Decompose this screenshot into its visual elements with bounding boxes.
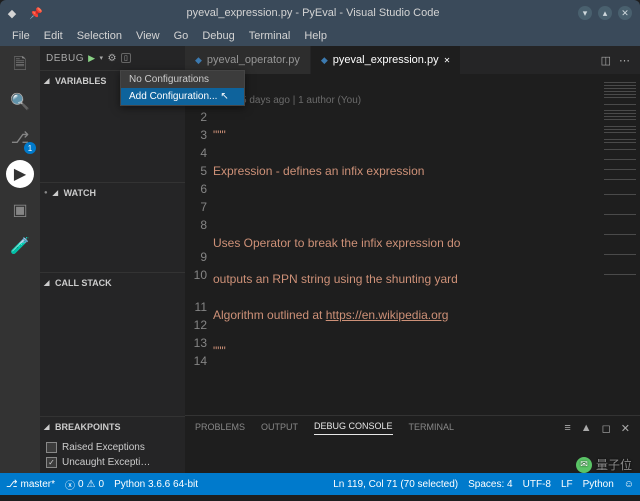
minimap[interactable] xyxy=(600,74,640,415)
git-branch-icon: ⎇ xyxy=(6,479,18,490)
split-editor-icon[interactable]: ◫ xyxy=(601,54,611,67)
debug-header: DEBUG ▶ ▾ ⚙ ▯ xyxy=(40,46,185,70)
menu-view[interactable]: View xyxy=(130,28,166,44)
test-icon[interactable]: 🧪 xyxy=(6,232,34,260)
status-eol[interactable]: LF xyxy=(561,479,573,490)
close-tab-icon[interactable]: ✕ xyxy=(444,56,451,65)
more-actions-icon[interactable]: ⋯ xyxy=(619,54,630,67)
app-icon: ◆ xyxy=(0,7,24,20)
pin-icon[interactable]: 📌 xyxy=(24,7,48,20)
editor-content[interactable]: 12345678 910 11121314 You, 15 days ago |… xyxy=(185,74,640,415)
menu-help[interactable]: Help xyxy=(298,28,333,44)
panel-output[interactable]: OUTPUT xyxy=(261,422,298,435)
panel-debug-console[interactable]: DEBUG CONSOLE xyxy=(314,421,393,435)
debug-config-gear-icon[interactable]: ⚙ xyxy=(108,53,117,64)
close-panel-icon[interactable]: ✕ xyxy=(621,422,630,435)
status-branch[interactable]: ⎇master* xyxy=(6,479,55,490)
status-errors[interactable]: ⓧ0⚠0 xyxy=(65,477,104,492)
status-spaces[interactable]: Spaces: 4 xyxy=(468,479,512,490)
close-button[interactable]: ✕ xyxy=(618,6,632,20)
maximize-button[interactable]: ▴ xyxy=(598,6,612,20)
debug-console-toggle-icon[interactable]: ▯ xyxy=(121,53,131,63)
editor-tabs: ◆pyeval_operator.py ◆pyeval_expression.p… xyxy=(185,46,640,74)
menu-selection[interactable]: Selection xyxy=(71,28,128,44)
uncaught-exceptions-checkbox[interactable]: ✓Uncaught Excepti… xyxy=(46,455,179,470)
callstack-section[interactable]: ◢CALL STACK xyxy=(40,272,185,408)
checkbox-unchecked-icon xyxy=(46,442,57,453)
chevron-down-icon: ◢ xyxy=(44,279,52,287)
breakpoints-section[interactable]: ◢BREAKPOINTS Raised Exceptions ✓Uncaught… xyxy=(40,416,185,473)
raised-exceptions-checkbox[interactable]: Raised Exceptions xyxy=(46,440,179,455)
watch-section[interactable]: ◢WATCH xyxy=(40,182,185,272)
extensions-icon[interactable]: ▣ xyxy=(6,196,34,224)
code-lens[interactable]: You, 26 days ago xyxy=(213,414,600,415)
maximize-panel-icon[interactable]: ◻ xyxy=(602,422,611,435)
wechat-icon: ✉ xyxy=(576,457,592,473)
checkbox-checked-icon: ✓ xyxy=(46,457,57,468)
watermark: ✉ 量子位 xyxy=(576,456,632,473)
config-dropdown: No Configurations Add Configuration...↖ xyxy=(120,70,245,106)
title-bar: ◆ 📌 pyeval_expression.py - PyEval - Visu… xyxy=(0,0,640,26)
menu-file[interactable]: File xyxy=(6,28,36,44)
cursor-icon: ↖ xyxy=(220,91,228,102)
python-file-icon: ◆ xyxy=(321,55,328,66)
panel-problems[interactable]: PROBLEMS xyxy=(195,422,245,435)
search-icon[interactable]: 🔍 xyxy=(6,88,34,116)
code-text[interactable]: You, 15 days ago | 1 author (You) """ Ex… xyxy=(213,74,600,415)
status-position[interactable]: Ln 119, Col 71 (70 selected) xyxy=(333,479,458,490)
add-configuration-item[interactable]: Add Configuration...↖ xyxy=(121,88,244,105)
minimize-button[interactable]: ▾ xyxy=(578,6,592,20)
chevron-down-icon: ◢ xyxy=(44,423,52,431)
debug-title: DEBUG xyxy=(46,53,84,64)
code-lens[interactable]: You, 15 days ago | 1 author (You) xyxy=(213,94,600,108)
status-encoding[interactable]: UTF-8 xyxy=(523,479,551,490)
debug-icon[interactable]: ▶ xyxy=(6,160,34,188)
menu-bar: File Edit Selection View Go Debug Termin… xyxy=(0,26,640,46)
bottom-panel: PROBLEMS OUTPUT DEBUG CONSOLE TERMINAL ≡… xyxy=(185,415,640,473)
panel-terminal[interactable]: TERMINAL xyxy=(409,422,455,435)
status-language[interactable]: Python xyxy=(583,479,614,490)
line-gutter: 12345678 910 11121314 xyxy=(185,74,213,415)
warning-icon: ⚠ xyxy=(87,479,96,490)
menu-terminal[interactable]: Terminal xyxy=(243,28,297,44)
status-feedback[interactable]: ☺ xyxy=(624,479,634,490)
window-title: pyeval_expression.py - PyEval - Visual S… xyxy=(48,7,578,19)
start-debug-icon[interactable]: ▶ xyxy=(88,53,95,64)
tab-pyeval-expression[interactable]: ◆pyeval_expression.py✕ xyxy=(311,46,461,74)
panel-up-icon[interactable]: ▲ xyxy=(581,422,592,435)
menu-go[interactable]: Go xyxy=(168,28,195,44)
explorer-icon[interactable]: 🗎 xyxy=(6,52,34,80)
clear-console-icon[interactable]: ≡ xyxy=(564,422,570,435)
activity-bar: 🗎 🔍 ⎇1 ▶ ▣ 🧪 xyxy=(0,46,40,473)
menu-debug[interactable]: Debug xyxy=(196,28,240,44)
editor-group: ◆pyeval_operator.py ◆pyeval_expression.p… xyxy=(185,46,640,473)
debug-sidebar: DEBUG ▶ ▾ ⚙ ▯ No Configurations Add Conf… xyxy=(40,46,185,473)
scm-icon[interactable]: ⎇1 xyxy=(6,124,34,152)
no-configurations-item[interactable]: No Configurations xyxy=(121,71,244,88)
scm-badge: 1 xyxy=(24,142,36,154)
status-python[interactable]: Python 3.6.6 64-bit xyxy=(114,479,198,490)
error-icon: ⓧ xyxy=(65,477,75,492)
chevron-down-icon: ◢ xyxy=(44,77,52,85)
menu-edit[interactable]: Edit xyxy=(38,28,69,44)
chevron-down-icon: ◢ xyxy=(53,189,61,197)
status-bar: ⎇master* ⓧ0⚠0 Python 3.6.6 64-bit Ln 119… xyxy=(0,473,640,495)
python-file-icon: ◆ xyxy=(195,55,202,66)
